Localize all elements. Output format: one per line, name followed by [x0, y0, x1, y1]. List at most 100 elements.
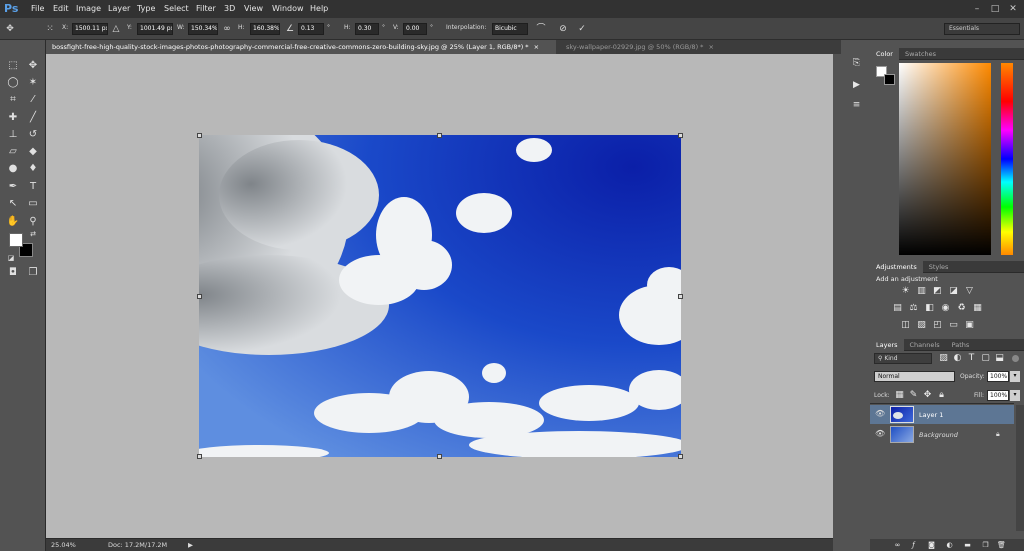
w-field[interactable]: 150.34% — [188, 23, 218, 35]
link-layers-icon[interactable]: ∞ — [892, 540, 903, 551]
tab-color[interactable]: Color — [870, 48, 899, 60]
tab-paths[interactable]: Paths — [946, 339, 976, 351]
menu-view[interactable]: View — [244, 0, 263, 18]
new-adjustment-layer-icon[interactable]: ◐ — [944, 540, 955, 551]
screen-mode-icon[interactable]: ❐ — [24, 264, 42, 281]
filter-type-icon[interactable]: T — [966, 353, 977, 364]
filter-smart-object-icon[interactable]: ⬓ — [994, 353, 1005, 364]
lock-transparent-icon[interactable]: ▦ — [894, 390, 905, 401]
swap-colors-icon[interactable]: ⇄ — [24, 226, 42, 243]
dodge-tool-icon[interactable]: ♦ — [24, 160, 42, 177]
posterize-icon[interactable]: ▨ — [916, 320, 927, 331]
delete-layer-icon[interactable]: 🗑︎ — [996, 540, 1007, 551]
quick-mask-icon[interactable]: ◘ — [4, 264, 22, 281]
channel-mixer-icon[interactable]: ♻ — [956, 303, 967, 314]
opacity-dropdown-icon[interactable]: ▾ — [1010, 371, 1020, 382]
hand-tool-icon[interactable]: ✋ — [4, 213, 22, 230]
close-button[interactable]: ✕ — [1004, 0, 1022, 18]
menu-file[interactable]: File — [31, 0, 44, 18]
filter-shape-icon[interactable]: ▢ — [980, 353, 991, 364]
brightness-contrast-icon[interactable]: ☀ — [900, 286, 911, 297]
minimize-button[interactable]: – — [968, 0, 986, 18]
actions-panel-icon[interactable]: ▶ — [851, 80, 862, 91]
hue-saturation-icon[interactable]: ▤ — [892, 303, 903, 314]
color-balance-icon[interactable]: ⚖ — [908, 303, 919, 314]
menu-image[interactable]: Image — [76, 0, 101, 18]
filter-toggle[interactable] — [1012, 355, 1019, 362]
type-tool-icon[interactable]: T — [24, 178, 42, 195]
photo-filter-icon[interactable]: ◉ — [940, 303, 951, 314]
threshold-icon[interactable]: ◰ — [932, 320, 943, 331]
clone-stamp-tool-icon[interactable]: ⊥ — [4, 126, 22, 143]
pen-tool-icon[interactable]: ✒ — [4, 178, 22, 195]
brush-tool-icon[interactable]: ╱ — [24, 109, 42, 126]
tab-document-1[interactable]: bossfight-free-high-quality-stock-images… — [46, 40, 556, 54]
tab-adjustments[interactable]: Adjustments — [870, 261, 923, 273]
paint-bucket-tool-icon[interactable]: ◆ — [24, 143, 42, 160]
lock-image-icon[interactable]: ✎ — [908, 390, 919, 401]
transform-handle-t[interactable] — [437, 133, 442, 138]
tab-swatches[interactable]: Swatches — [899, 48, 942, 60]
fill-dropdown-icon[interactable]: ▾ — [1010, 390, 1020, 401]
layer-style-icon[interactable]: ƒ — [908, 540, 919, 551]
tab-close-icon[interactable]: × — [709, 43, 714, 51]
vskew-field[interactable]: 0.00 — [403, 23, 427, 35]
warp-mode-icon[interactable]: ⌒ — [535, 23, 547, 35]
menu-type[interactable]: Type — [137, 0, 155, 18]
blur-tool-icon[interactable]: ● — [4, 160, 22, 177]
menu-3d[interactable]: 3D — [224, 0, 235, 18]
menu-edit[interactable]: Edit — [53, 0, 69, 18]
menu-layer[interactable]: Layer — [108, 0, 130, 18]
invert-icon[interactable]: ◫ — [900, 320, 911, 331]
color-lookup-icon[interactable]: ▦ — [972, 303, 983, 314]
link-icon[interactable]: ∞ — [221, 23, 233, 35]
menu-help[interactable]: Help — [310, 0, 328, 18]
transform-handle-b[interactable] — [437, 454, 442, 459]
blend-mode-select[interactable]: Normal — [874, 371, 955, 382]
transform-handle-l[interactable] — [197, 294, 202, 299]
color-spectrum-field[interactable] — [899, 63, 991, 255]
move-tool-preset-icon[interactable]: ✥ — [4, 23, 16, 35]
eye-icon[interactable]: 👁︎ — [875, 409, 885, 418]
status-menu-arrow-icon[interactable]: ▶ — [188, 541, 193, 549]
lasso-tool-icon[interactable]: ◯ — [4, 74, 22, 91]
rectangle-tool-icon[interactable]: ▭ — [24, 195, 42, 212]
properties-panel-icon[interactable]: ≡ — [851, 100, 862, 111]
marquee-tool-icon[interactable]: ⬚ — [4, 57, 22, 74]
transform-handle-bl[interactable] — [197, 454, 202, 459]
add-mask-icon[interactable]: ◙ — [926, 540, 937, 551]
move-tool-icon[interactable]: ✥ — [24, 57, 42, 74]
interpolation-select[interactable]: Bicubic — [492, 23, 528, 35]
reference-point-icon[interactable]: ⁙ — [44, 23, 56, 35]
tab-layers[interactable]: Layers — [870, 339, 904, 351]
eraser-tool-icon[interactable]: ▱ — [4, 143, 22, 160]
exposure-icon[interactable]: ◪ — [948, 286, 959, 297]
cancel-transform-icon[interactable]: ⊘ — [557, 23, 569, 35]
tab-styles[interactable]: Styles — [923, 261, 955, 273]
tab-close-icon[interactable]: × — [534, 43, 539, 51]
commit-transform-icon[interactable]: ✓ — [576, 23, 588, 35]
lock-position-icon[interactable]: ✥ — [922, 390, 933, 401]
history-panel-icon[interactable]: ⎘ — [851, 58, 862, 69]
tab-channels[interactable]: Channels — [904, 339, 946, 351]
layers-scrollbar[interactable] — [1016, 405, 1024, 531]
levels-icon[interactable]: ▥ — [916, 286, 927, 297]
curves-icon[interactable]: ◩ — [932, 286, 943, 297]
layer-filter-select[interactable]: ⚲ Kind — [874, 353, 932, 364]
zoom-level[interactable]: 25.04% — [51, 541, 76, 549]
maximize-button[interactable]: □ — [986, 0, 1004, 18]
black-white-icon[interactable]: ◧ — [924, 303, 935, 314]
eyedropper-tool-icon[interactable]: ⁄ — [24, 91, 42, 108]
angle-field[interactable]: 0.13 — [298, 23, 324, 35]
foreground-color-top[interactable] — [9, 233, 23, 247]
transform-handle-br[interactable] — [678, 454, 683, 459]
new-group-icon[interactable]: ▬ — [962, 540, 973, 551]
fill-field[interactable]: 100% — [987, 390, 1009, 401]
hue-slider[interactable] — [1001, 63, 1013, 255]
layer-row-layer-1[interactable]: 👁︎ Layer 1 — [870, 405, 1014, 424]
opacity-field[interactable]: 100% — [987, 371, 1009, 382]
magic-wand-tool-icon[interactable]: ✶ — [24, 74, 42, 91]
filter-adjustment-icon[interactable]: ◐ — [952, 353, 963, 364]
healing-brush-tool-icon[interactable]: ✚ — [4, 109, 22, 126]
transform-handle-tr[interactable] — [678, 133, 683, 138]
